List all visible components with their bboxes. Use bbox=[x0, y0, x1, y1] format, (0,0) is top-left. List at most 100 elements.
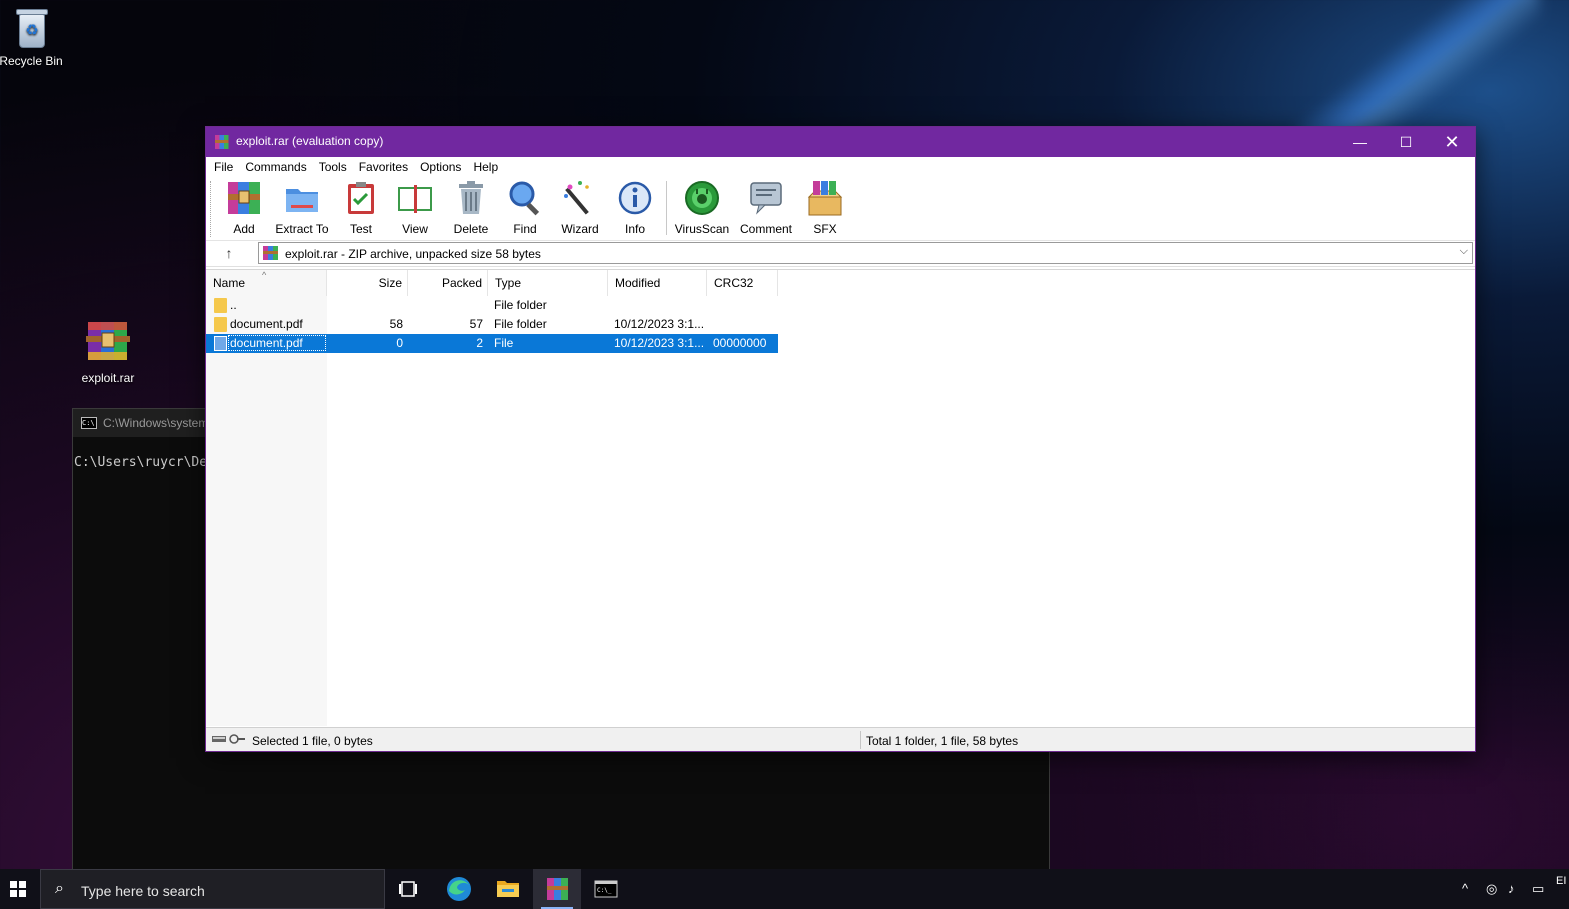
address-bar: ↑ exploit.rar - ZIP archive, unpacked si… bbox=[206, 241, 1475, 267]
find-label: Find bbox=[513, 222, 537, 236]
file-explorer-icon bbox=[497, 881, 519, 897]
tray-chevron-up-icon[interactable]: ^ bbox=[1462, 881, 1468, 896]
start-button[interactable] bbox=[0, 869, 40, 909]
column-header-type[interactable]: Type bbox=[488, 270, 608, 296]
sfx-button[interactable]: SFX bbox=[804, 179, 846, 236]
folder-icon bbox=[214, 298, 227, 313]
virusscan-label: VirusScan bbox=[674, 222, 730, 236]
exploit-rar-label: exploit.rar bbox=[81, 371, 135, 385]
folder-extract-icon bbox=[286, 189, 318, 212]
taskbar-edge[interactable] bbox=[435, 869, 483, 909]
archive-small-icon bbox=[263, 246, 278, 260]
trash-icon bbox=[459, 181, 483, 214]
toolbar-separator bbox=[666, 181, 667, 235]
magic-wand-icon bbox=[564, 181, 589, 215]
menu-favorites[interactable]: Favorites bbox=[353, 160, 414, 174]
desktop-icon-exploit-rar[interactable]: exploit.rar bbox=[70, 318, 146, 385]
file-icon bbox=[214, 336, 227, 351]
toolbar: Add Extract To Test View Delete Find Wiz… bbox=[206, 177, 1475, 241]
tray-meet-now-icon[interactable]: ◎ bbox=[1486, 881, 1497, 897]
status-divider bbox=[860, 731, 861, 749]
recycle-bin-icon: ♻ bbox=[12, 6, 50, 50]
virusscan-button[interactable]: VirusScan bbox=[674, 179, 730, 236]
delete-button[interactable]: Delete bbox=[448, 179, 494, 236]
toolbar-grip[interactable] bbox=[210, 181, 213, 237]
column-header-name[interactable]: ^ Name bbox=[206, 270, 327, 296]
wizard-button[interactable]: Wizard bbox=[556, 179, 604, 236]
archive-path-combo[interactable]: exploit.rar - ZIP archive, unpacked size… bbox=[258, 242, 1473, 264]
sfx-label: SFX bbox=[813, 222, 837, 236]
add-archive-icon bbox=[228, 182, 260, 214]
table-row-selected[interactable]: document.pdf 0 2 File 10/12/2023 3:1... … bbox=[206, 334, 778, 353]
comment-button[interactable]: Comment bbox=[738, 179, 794, 236]
row-crc: 00000000 bbox=[713, 336, 767, 350]
table-row[interactable]: .. File folder bbox=[206, 296, 778, 315]
row-modified: 10/12/2023 3:1... bbox=[614, 336, 704, 350]
row-type: File bbox=[494, 336, 514, 350]
row-size: 0 bbox=[396, 336, 403, 350]
column-header-size[interactable]: Size bbox=[327, 270, 408, 296]
row-type: File folder bbox=[494, 298, 547, 312]
winrar-window: exploit.rar (evaluation copy) — ☐ ✕ File… bbox=[205, 126, 1476, 752]
tray-language[interactable]: EI bbox=[1556, 875, 1566, 887]
taskbar: ⌕ Type here to search C:\_ ^ ◎ ♪ ▭ EI bbox=[0, 869, 1569, 909]
winrar-archive-icon bbox=[86, 322, 130, 360]
add-button[interactable]: Add bbox=[224, 179, 264, 236]
comment-icon bbox=[750, 182, 782, 215]
sort-ascending-icon: ^ bbox=[262, 270, 267, 280]
row-packed: 57 bbox=[469, 317, 483, 331]
task-view-button[interactable] bbox=[385, 869, 433, 909]
row-packed: 2 bbox=[476, 336, 483, 350]
taskbar-console[interactable]: C:\_ bbox=[582, 869, 630, 909]
menu-help[interactable]: Help bbox=[467, 160, 504, 174]
row-name: .. bbox=[230, 298, 237, 312]
tray-volume-icon[interactable]: ♪ bbox=[1508, 881, 1515, 896]
row-modified: 10/12/2023 3:1... bbox=[614, 317, 704, 331]
drive-key-icon bbox=[212, 734, 245, 744]
up-arrow-icon[interactable]: ↑ bbox=[220, 244, 238, 262]
row-name: document.pdf bbox=[230, 317, 303, 331]
menu-options[interactable]: Options bbox=[414, 160, 467, 174]
column-header-modified[interactable]: Modified bbox=[608, 270, 707, 296]
comment-label: Comment bbox=[739, 222, 792, 236]
window-titlebar[interactable]: exploit.rar (evaluation copy) — ☐ ✕ bbox=[206, 127, 1475, 157]
window-title: exploit.rar (evaluation copy) bbox=[236, 134, 384, 148]
chevron-down-icon[interactable]: ⌵ bbox=[1460, 245, 1468, 258]
menu-file[interactable]: File bbox=[208, 160, 239, 174]
virus-scan-icon bbox=[685, 181, 719, 215]
taskbar-winrar[interactable] bbox=[533, 869, 581, 909]
menu-tools[interactable]: Tools bbox=[313, 160, 353, 174]
info-button[interactable]: Info bbox=[614, 179, 656, 236]
info-icon bbox=[618, 181, 652, 215]
extract-to-button[interactable]: Extract To bbox=[274, 179, 330, 236]
file-list: ^ Name Size Packed Type Modified CRC32 .… bbox=[206, 269, 1475, 726]
recycle-bin-label: Recycle Bin bbox=[0, 54, 63, 68]
search-icon: ⌕ bbox=[55, 880, 64, 897]
test-label: Test bbox=[349, 222, 372, 236]
extract-to-label: Extract To bbox=[275, 222, 329, 236]
maximize-button[interactable]: ☐ bbox=[1383, 127, 1429, 157]
table-row[interactable]: document.pdf 58 57 File folder 10/12/202… bbox=[206, 315, 778, 334]
test-button[interactable]: Test bbox=[340, 179, 382, 236]
menu-bar: File Commands Tools Favorites Options He… bbox=[206, 157, 1475, 177]
winrar-taskbar-icon bbox=[547, 878, 568, 900]
column-header-packed[interactable]: Packed bbox=[408, 270, 488, 296]
taskbar-search-box[interactable]: ⌕ Type here to search bbox=[40, 869, 385, 909]
minimize-button[interactable]: — bbox=[1337, 127, 1383, 157]
archive-path-text: exploit.rar - ZIP archive, unpacked size… bbox=[285, 247, 541, 261]
windows-logo-icon bbox=[10, 881, 26, 897]
magnifier-icon bbox=[509, 181, 540, 216]
find-button[interactable]: Find bbox=[504, 179, 546, 236]
svg-text:C:\_: C:\_ bbox=[597, 887, 612, 894]
tray-network-icon[interactable]: ▭ bbox=[1532, 881, 1544, 897]
column-header-crc32[interactable]: CRC32 bbox=[707, 270, 778, 296]
close-button[interactable]: ✕ bbox=[1429, 127, 1475, 157]
console-title: C:\Windows\system bbox=[103, 416, 209, 430]
delete-label: Delete bbox=[453, 222, 489, 236]
status-selection: Selected 1 file, 0 bytes bbox=[252, 734, 373, 748]
desktop-icon-recycle-bin[interactable]: ♻ Recycle Bin bbox=[0, 6, 69, 68]
taskbar-file-explorer[interactable] bbox=[484, 869, 532, 909]
menu-commands[interactable]: Commands bbox=[239, 160, 312, 174]
open-book-icon bbox=[398, 185, 432, 213]
view-button[interactable]: View bbox=[392, 179, 438, 236]
